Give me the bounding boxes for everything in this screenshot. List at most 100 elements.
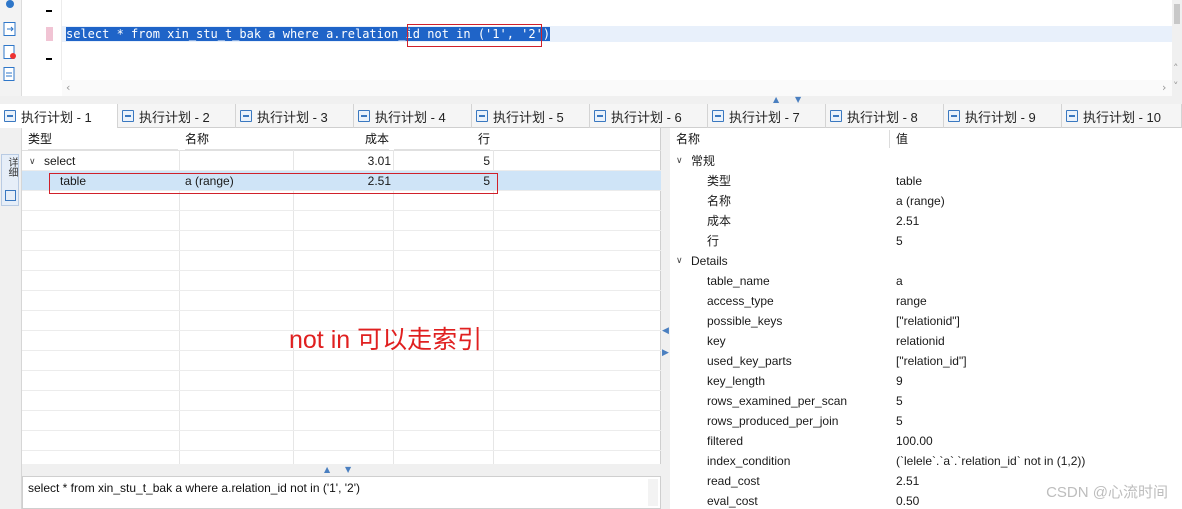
empty-row — [22, 411, 661, 431]
property-value: ["relation_id"] — [896, 354, 967, 368]
section-general[interactable]: ∨ 常规 — [670, 151, 1182, 171]
plan-icon — [122, 110, 134, 122]
tab-explain-5[interactable]: 执行计划 - 5 — [472, 104, 590, 128]
empty-row — [22, 251, 661, 271]
detail-toggle-button[interactable]: 详细 — [1, 154, 19, 206]
property-row[interactable]: 行5 — [670, 231, 1182, 251]
grid-splitter[interactable]: ▲ ▼ — [22, 464, 661, 476]
explain-tabs: 执行计划 - 1 执行计划 - 2 执行计划 - 3 执行计划 - 4 执行计划… — [0, 104, 1182, 128]
property-row[interactable]: 成本 2.51 — [670, 211, 1182, 231]
property-row[interactable]: rows_produced_per_join 5 — [670, 411, 1182, 431]
property-value: 5 — [896, 394, 903, 408]
editor-splitter[interactable]: ▲ ▼ — [0, 95, 1182, 104]
sql-preview-box[interactable]: select * from xin_stu_t_bak a where a.re… — [22, 476, 661, 509]
collapse-left-icon[interactable]: ◀ — [662, 326, 669, 336]
property-header-name[interactable]: 名称 — [676, 128, 700, 150]
sql-selected-text: select * from xin_stu_t_bak a where a.re… — [66, 27, 421, 41]
column-header-name[interactable]: 名称 — [185, 128, 295, 150]
tab-explain-2[interactable]: 执行计划 - 2 — [118, 104, 236, 128]
property-name: rows_produced_per_join — [707, 414, 839, 428]
property-value: 2.51 — [896, 214, 920, 228]
side-panel: 详细 — [0, 128, 22, 509]
property-row[interactable]: used_key_parts ["relation_id"] — [670, 351, 1182, 371]
current-line-marker — [46, 27, 53, 41]
collapse-down-icon[interactable]: ▼ — [345, 465, 351, 474]
property-row[interactable]: 名称 a (range) — [670, 191, 1182, 211]
scroll-up-arrow-icon[interactable]: ˄ — [1173, 62, 1179, 75]
row-rows: 5 — [483, 154, 490, 168]
tab-explain-4[interactable]: 执行计划 - 4 — [354, 104, 472, 128]
chevron-down-icon[interactable]: ∨ — [676, 251, 683, 271]
header-separator — [889, 130, 890, 148]
preview-scrollbar[interactable] — [648, 479, 658, 506]
property-row[interactable]: possible_keys ["relationid"] — [670, 311, 1182, 331]
property-name: 名称 — [707, 194, 732, 208]
empty-row — [22, 191, 661, 211]
scroll-down-arrow-icon[interactable]: ˅ — [1173, 80, 1179, 93]
property-value: 5 — [896, 234, 903, 248]
document-icon[interactable] — [3, 45, 17, 59]
tab-explain-9[interactable]: 执行计划 - 9 — [944, 104, 1062, 128]
property-row[interactable]: key_length 9 — [670, 371, 1182, 391]
property-name: key — [707, 334, 726, 348]
tab-explain-8[interactable]: 执行计划 - 8 — [826, 104, 944, 128]
empty-row — [22, 211, 661, 231]
plan-icon — [476, 110, 488, 122]
plan-icon — [358, 110, 370, 122]
property-row[interactable]: rows_examined_per_scan 5 — [670, 391, 1182, 411]
section-title: 常规 — [691, 154, 716, 168]
empty-row — [22, 271, 661, 291]
collapse-up-icon[interactable]: ▲ — [773, 95, 779, 104]
property-row[interactable]: access_type range — [670, 291, 1182, 311]
property-row[interactable]: index_condition (`lelele`.`a`.`relation_i… — [670, 451, 1182, 471]
watermark: CSDN @心流时间 — [1046, 484, 1168, 501]
property-value: (`lelele`.`a`.`relation_id` not in (1,2)… — [896, 454, 1086, 468]
column-header-type[interactable]: 类型 — [28, 128, 178, 150]
line-marker — [46, 10, 52, 12]
empty-row — [22, 391, 661, 411]
scroll-left-arrow-icon[interactable]: ‹ — [66, 81, 70, 94]
chevron-down-icon[interactable]: ∨ — [29, 151, 36, 171]
explain-icon[interactable] — [3, 67, 17, 81]
tab-explain-3[interactable]: 执行计划 - 3 — [236, 104, 354, 128]
column-header-cost[interactable]: 成本 — [294, 128, 389, 150]
plan-icon — [830, 110, 842, 122]
tab-explain-7[interactable]: 执行计划 - 7 — [708, 104, 826, 128]
tab-explain-10[interactable]: 执行计划 - 10 — [1062, 104, 1182, 128]
property-row[interactable]: 类型 table — [670, 171, 1182, 191]
property-name: access_type — [707, 294, 774, 308]
tab-explain-1[interactable]: 执行计划 - 1 — [0, 104, 118, 128]
panel-divider[interactable]: ◀ ▶ — [661, 128, 670, 509]
property-header-value[interactable]: 值 — [896, 128, 908, 150]
property-name: 行 — [707, 234, 720, 248]
property-row[interactable]: key relationid — [670, 331, 1182, 351]
plan-icon — [712, 110, 724, 122]
scrollbar-thumb[interactable] — [1174, 4, 1180, 24]
section-details[interactable]: ∨ Details — [670, 251, 1182, 271]
sql-editor[interactable]: select * from xin_stu_t_bak a where a.re… — [62, 0, 1172, 80]
row-type: select — [44, 154, 76, 168]
editor-horizontal-scrollbar[interactable]: ‹ › — [62, 80, 1172, 96]
collapse-down-icon[interactable]: ▼ — [795, 95, 801, 104]
empty-row — [22, 231, 661, 251]
property-value: table — [896, 174, 923, 188]
property-row[interactable]: table_name a — [670, 271, 1182, 291]
editor-vertical-scrollbar[interactable]: ˄ ˅ — [1172, 0, 1182, 96]
detail-icon — [5, 190, 16, 201]
collapse-up-icon[interactable]: ▲ — [324, 465, 330, 474]
row-cost: 3.01 — [367, 154, 391, 168]
settings-icon[interactable] — [3, 0, 17, 14]
table-row-select[interactable]: ∨ select 3.01 5 — [22, 151, 661, 171]
export-icon[interactable] — [3, 22, 17, 36]
property-value: 0.50 — [896, 494, 920, 508]
property-name: rows_examined_per_scan — [707, 394, 848, 408]
scroll-right-arrow-icon[interactable]: › — [1162, 81, 1166, 94]
editor-toolbar — [0, 0, 22, 96]
chevron-down-icon[interactable]: ∨ — [676, 151, 683, 171]
tab-explain-6[interactable]: 执行计划 - 6 — [590, 104, 708, 128]
property-row[interactable]: filtered 100.00 — [670, 431, 1182, 451]
collapse-right-icon[interactable]: ▶ — [662, 348, 669, 358]
property-name: 类型 — [707, 174, 732, 188]
detail-toggle-label: 详细 — [6, 157, 17, 177]
column-header-rows[interactable]: 行 — [394, 128, 490, 150]
